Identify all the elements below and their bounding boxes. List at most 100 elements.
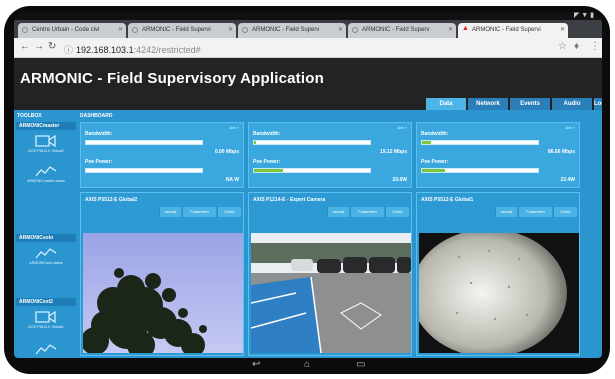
browser-tab[interactable]: ARMONIC - Field Superv ✕ — [348, 23, 456, 38]
toolbox-label: TOOLBOX — [17, 113, 42, 119]
toolbox-item[interactable]: ARMONICmaster status — [18, 164, 74, 183]
reload-icon[interactable]: ↻ — [48, 41, 56, 52]
url-path: :4242/restricted# — [133, 45, 201, 55]
browser-tab-active[interactable]: ▲ ARMONIC - Field Supervi ✕ — [458, 23, 568, 38]
armonic-logo-icon: ▲ — [462, 25, 469, 32]
tab-audio[interactable]: Audio — [552, 98, 592, 110]
fullscreen-button[interactable]: Fullscreen — [182, 207, 216, 217]
toolbox-group-title[interactable]: ARMONICsolo — [16, 234, 76, 242]
close-tab-icon[interactable]: ✕ — [448, 26, 453, 33]
camera-title: AXIS P5512-E Global2 — [85, 197, 138, 203]
bandwidth-value: 19.12 Mbps — [380, 149, 407, 155]
toolbox-item[interactable]: AXIS P5512-E Global1 — [18, 310, 74, 329]
poe-power-label: Poe Power: — [253, 159, 281, 165]
chart-line-icon — [35, 166, 57, 177]
toolbox-item-label: AXIS P5512-E Global1 — [28, 325, 64, 329]
close-tab-icon[interactable]: ✕ — [338, 26, 343, 33]
close-tab-icon[interactable]: ✕ — [118, 26, 123, 33]
screen: ◤ ▼ ▮ Centre Urbain - Code civi ✕ ARMONI… — [14, 12, 602, 358]
toolbox-item-label: ARMONICmaster status — [27, 179, 65, 183]
toolbox-item[interactable]: AXIS P5512-E Global2 — [18, 134, 74, 153]
record-button[interactable]: record — [159, 207, 181, 217]
fullscreen-button[interactable]: Fullscreen — [350, 207, 384, 217]
status-panel: Ant + Bandwidth: 0.00 Mbps Poe Power: NA… — [80, 122, 244, 188]
app-nav: Data Network Events Audio Logout — [14, 96, 602, 110]
recents-icon[interactable]: ▭ — [356, 359, 365, 370]
globe-icon — [352, 27, 358, 33]
bandwidth-bar-fill — [422, 141, 432, 144]
status-icons: ◤ ▼ ▮ — [573, 12, 594, 19]
close-tab-icon[interactable]: ✕ — [560, 26, 565, 33]
panel-antenna-label: Ant + — [229, 125, 239, 130]
bandwidth-bar — [253, 140, 371, 145]
tab-data[interactable]: Data — [426, 98, 466, 110]
menu-icon[interactable]: ⋮ — [590, 41, 600, 52]
status-panel: Ant + Bandwidth: 86.66 Mbps Poe Power: 2… — [416, 122, 580, 188]
poe-power-label: Poe Power: — [85, 159, 113, 165]
forward-arrow-icon[interactable]: → — [34, 41, 44, 52]
close-button[interactable]: Close — [385, 207, 409, 217]
bandwidth-bar — [421, 140, 539, 145]
url-host: 192.168.103.1 — [76, 45, 134, 55]
browser-tab-title: ARMONIC - Field Supervi — [142, 27, 211, 33]
browser-tab[interactable]: Centre Urbain - Code civi ✕ — [18, 23, 126, 38]
browser-tab[interactable]: ARMONIC - Field Superv ✕ — [238, 23, 346, 38]
poe-power-bar-fill — [422, 169, 446, 172]
close-tab-icon[interactable]: ✕ — [228, 26, 233, 33]
panel-antenna-label: Ant + — [397, 125, 407, 130]
bandwidth-value: 0.00 Mbps — [214, 149, 239, 155]
toolbox: ARMONICmaster AXIS P5512-E Global2 ARMON… — [16, 122, 76, 358]
url-field[interactable]: ⓘ 192.168.103.1:4242/restricted# — [64, 43, 201, 56]
bandwidth-value: 86.66 Mbps — [548, 149, 575, 155]
browser-tab-title: Centre Urbain - Code civi — [32, 27, 100, 33]
browser-tab-title: ARMONIC - Field Superv — [362, 27, 430, 33]
main-area: TOOLBOX DASHBOARD ARMONICmaster AXIS P55… — [14, 110, 602, 358]
app-title: ARMONIC - Field Supervisory Application — [20, 70, 324, 87]
tab-network[interactable]: Network — [468, 98, 508, 110]
close-button[interactable]: Close — [553, 207, 577, 217]
camera-icon — [35, 134, 56, 148]
toolbox-item-label: AXIS P5512-E Global2 — [28, 149, 64, 153]
camera-title: AXIS P5512-E Global1 — [421, 197, 474, 203]
toolbox-group-title[interactable]: ARMONICmaster — [16, 122, 76, 130]
android-nav-bar: ↩ ⌂ ▭ — [4, 358, 610, 374]
tab-logout[interactable]: Logout — [594, 98, 602, 110]
camera-feed-ceiling[interactable] — [419, 233, 579, 353]
microphone-icon[interactable]: ♦ — [574, 41, 579, 52]
camera-feed-tree[interactable] — [83, 233, 243, 353]
toolbox-item[interactable] — [18, 342, 74, 357]
record-button[interactable]: record — [495, 207, 517, 217]
globe-icon — [22, 27, 28, 33]
record-button[interactable]: record — [327, 207, 349, 217]
camera-panel: AXIS P5512-E Global2 record Fullscreen C… — [80, 192, 244, 356]
status-panel: Ant + Bandwidth: 19.12 Mbps Poe Power: 2… — [248, 122, 412, 188]
bandwidth-label: Bandwidth: — [85, 131, 113, 137]
chart-line-icon — [35, 248, 57, 259]
poe-power-value: 22.4W — [560, 177, 575, 183]
browser-tab-title: ARMONIC - Field Superv — [252, 27, 320, 33]
back-icon[interactable]: ↩ — [252, 359, 260, 370]
fullscreen-button[interactable]: Fullscreen — [518, 207, 552, 217]
camera-feed-parking[interactable] — [251, 233, 411, 353]
address-bar: ← → ↻ ⓘ 192.168.103.1:4242/restricted# ☆ … — [14, 38, 602, 58]
bandwidth-bar-fill — [254, 141, 257, 144]
camera-icon — [35, 310, 56, 324]
browser-tab-title: ARMONIC - Field Supervi — [472, 27, 541, 33]
home-icon[interactable]: ⌂ — [304, 359, 310, 370]
poe-power-bar — [85, 168, 203, 173]
browser-tab-strip: Centre Urbain - Code civi ✕ ARMONIC - Fi… — [14, 20, 602, 38]
poe-power-bar — [253, 168, 371, 173]
browser-tab[interactable]: ARMONIC - Field Supervi ✕ — [128, 23, 236, 38]
toolbox-item[interactable]: ARMONICsolo status — [18, 246, 74, 265]
panel-antenna-label: Ant + — [565, 125, 575, 130]
back-arrow-icon[interactable]: ← — [20, 41, 30, 52]
toolbox-group-title[interactable]: ARMONICext2 — [16, 298, 76, 306]
chart-line-icon — [35, 344, 57, 355]
poe-power-value: NA W — [225, 177, 239, 183]
star-icon[interactable]: ☆ — [558, 41, 567, 52]
toolbox-item-label: ARMONICsolo status — [29, 261, 63, 265]
tab-events[interactable]: Events — [510, 98, 550, 110]
bandwidth-label: Bandwidth: — [421, 131, 449, 137]
poe-power-bar — [421, 168, 539, 173]
close-button[interactable]: Close — [217, 207, 241, 217]
